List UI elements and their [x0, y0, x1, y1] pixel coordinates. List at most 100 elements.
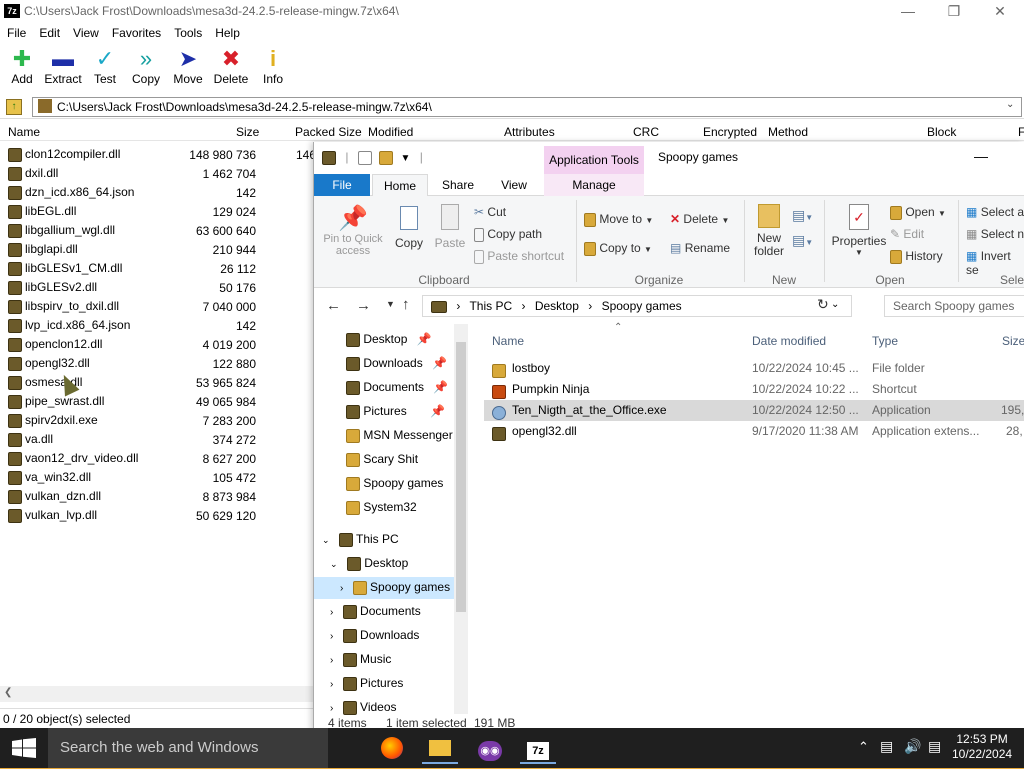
- close-button[interactable]: ✕: [984, 2, 1016, 22]
- column-date-modified[interactable]: Date modified: [752, 334, 826, 348]
- minimize-button[interactable]: —: [892, 2, 924, 22]
- column-attributes[interactable]: Attributes: [504, 125, 555, 139]
- column-block[interactable]: Block: [927, 125, 956, 139]
- menu-tools[interactable]: Tools: [167, 24, 208, 40]
- up-arrow-icon[interactable]: ↑: [402, 296, 410, 313]
- open-button[interactable]: Open ▼: [890, 205, 946, 220]
- breadcrumb-this-pc[interactable]: This PC: [469, 299, 512, 313]
- tab-manage[interactable]: Manage: [544, 174, 644, 196]
- network-icon[interactable]: ▤: [880, 738, 893, 755]
- search-input[interactable]: Search Spoopy games: [884, 295, 1024, 317]
- list-item[interactable]: libGLESv2.dll 50 176: [0, 279, 312, 298]
- list-item[interactable]: pipe_swrast.dll 49 065 984: [0, 393, 312, 412]
- list-item[interactable]: osmesa.dll 53 965 824: [0, 374, 312, 393]
- column-type[interactable]: Type: [872, 334, 898, 348]
- tree-item-system32[interactable]: System32: [346, 500, 417, 515]
- new-item-icon[interactable]: ▤▼ ▤▼: [792, 204, 813, 254]
- list-item[interactable]: libEGL.dll 129 024: [0, 203, 312, 222]
- forward-arrow-icon[interactable]: →: [356, 297, 371, 314]
- properties-button[interactable]: ✓ Properties ▼: [828, 204, 890, 257]
- chevron-down-icon[interactable]: ⌄: [1006, 99, 1014, 110]
- folder-up-icon[interactable]: ↑: [6, 99, 22, 115]
- tree-item-this-pc[interactable]: ⌄ This PC: [322, 532, 399, 547]
- menu-favorites[interactable]: Favorites: [105, 24, 167, 40]
- new-folder-button[interactable]: New folder: [750, 204, 788, 258]
- list-item[interactable]: vulkan_dzn.dll 8 873 984: [0, 488, 312, 507]
- pin-button[interactable]: 📌 Pin to Quick access: [320, 204, 386, 257]
- tree-item-scary-shit[interactable]: Scary Shit: [346, 452, 418, 467]
- move-to-button[interactable]: Move to ▼: [584, 212, 653, 227]
- test-button[interactable]: ✓ Test: [83, 46, 127, 86]
- maximize-button[interactable]: ❐: [938, 2, 970, 22]
- column-size[interactable]: Size: [236, 125, 259, 139]
- list-item[interactable]: libglapi.dll 210 944: [0, 241, 312, 260]
- menu-edit[interactable]: Edit: [32, 24, 66, 40]
- column-name[interactable]: Name: [492, 334, 524, 348]
- list-item[interactable]: lostboy 10/22/2024 10:45 ... File folder: [484, 358, 1024, 379]
- copy-path-button[interactable]: Copy path: [474, 227, 542, 242]
- edit-button[interactable]: ✎ Edit: [890, 227, 924, 241]
- copy-button[interactable]: » Copy: [124, 46, 168, 86]
- tree-item-downloads[interactable]: Downloads 📌: [346, 356, 447, 371]
- delete-button[interactable]: ✕ Delete ▼: [670, 212, 729, 226]
- list-item-selected[interactable]: Ten_Nigth_at_the_Office.exe 10/22/2024 1…: [484, 400, 1024, 421]
- rename-button[interactable]: ▤ Rename: [670, 241, 730, 255]
- tree-item-music[interactable]: › Music: [330, 652, 391, 667]
- tab-view[interactable]: View: [486, 174, 542, 196]
- select-all-button[interactable]: ▦ Select a: [966, 205, 1024, 219]
- list-item[interactable]: Pumpkin Ninja 10/22/2024 10:22 ... Short…: [484, 379, 1024, 400]
- column-packed-size[interactable]: Packed Size: [295, 125, 362, 139]
- scroll-left-icon[interactable]: ❮: [4, 687, 12, 698]
- cut-button[interactable]: ✂ Cut: [474, 205, 506, 219]
- notification-icon[interactable]: ▤: [928, 738, 941, 755]
- tree-item-desktop[interactable]: Desktop 📌: [346, 332, 432, 347]
- tree-item-documents-pc[interactable]: › Documents: [330, 604, 421, 619]
- history-button[interactable]: History: [890, 249, 943, 264]
- list-item[interactable]: lvp_icd.x86_64.json 142: [0, 317, 312, 336]
- menu-help[interactable]: Help: [208, 24, 246, 40]
- tab-share[interactable]: Share: [430, 174, 486, 196]
- list-item[interactable]: vaon12_drv_video.dll 8 627 200: [0, 450, 312, 469]
- taskbar-search[interactable]: Search the web and Windows: [48, 728, 328, 768]
- list-item[interactable]: opengl32.dll 122 880: [0, 355, 312, 374]
- list-item[interactable]: libgallium_wgl.dll 63 600 640: [0, 222, 312, 241]
- list-item[interactable]: vulkan_lvp.dll 50 629 120: [0, 507, 312, 526]
- list-item[interactable]: openclon12.dll 4 019 200: [0, 336, 312, 355]
- info-button[interactable]: i Info: [251, 46, 295, 86]
- column-size[interactable]: Size: [1002, 334, 1024, 348]
- column-encrypted[interactable]: Encrypted: [703, 125, 757, 139]
- list-item[interactable]: libGLESv1_CM.dll 26 112: [0, 260, 312, 279]
- address-input[interactable]: C:\Users\Jack Frost\Downloads\mesa3d-24.…: [32, 97, 1022, 117]
- tab-home[interactable]: Home: [372, 174, 428, 196]
- list-item[interactable]: dzn_icd.x86_64.json 142: [0, 184, 312, 203]
- menu-file[interactable]: File: [0, 24, 32, 40]
- list-item[interactable]: va_win32.dll 105 472: [0, 469, 312, 488]
- select-none-button[interactable]: ▦ Select n: [966, 227, 1024, 241]
- game-app-icon[interactable]: ◉◉: [472, 732, 508, 764]
- move-button[interactable]: ➤ Move: [166, 46, 210, 86]
- tree-item-pictures[interactable]: Pictures 📌: [346, 404, 445, 419]
- horizontal-scrollbar[interactable]: ❮: [0, 686, 313, 702]
- show-hidden-icons-chevron-icon[interactable]: ⌃: [858, 739, 869, 755]
- copy-button[interactable]: Copy: [392, 204, 426, 250]
- recent-chevron-icon[interactable]: ▼: [386, 299, 395, 309]
- column-method[interactable]: Method: [768, 125, 808, 139]
- scrollbar-thumb[interactable]: [456, 342, 466, 612]
- breadcrumb[interactable]: › This PC › Desktop › Spoopy games ⌄: [422, 295, 852, 317]
- windows-start-icon[interactable]: [12, 738, 36, 758]
- list-item[interactable]: spirv2dxil.exe 7 283 200: [0, 412, 312, 431]
- copy-to-button[interactable]: Copy to ▼: [584, 241, 652, 256]
- firefox-icon[interactable]: [374, 732, 410, 764]
- list-item[interactable]: dxil.dll 1 462 704: [0, 165, 312, 184]
- 7zip-icon[interactable]: 7z: [520, 732, 556, 764]
- system-clock[interactable]: 12:53 PM 10/22/2024: [952, 732, 1012, 762]
- column-crc[interactable]: CRC: [633, 125, 659, 139]
- menu-view[interactable]: View: [66, 24, 105, 40]
- extract-button[interactable]: ▬ Extract: [41, 46, 85, 86]
- tree-item-desktop-pc[interactable]: ⌄ Desktop: [330, 556, 408, 571]
- column-name[interactable]: Name: [8, 125, 40, 139]
- properties-check-icon[interactable]: [357, 150, 372, 165]
- tree-item-spoopy-games-selected[interactable]: › Spoopy games: [314, 577, 454, 599]
- chevron-down-icon[interactable]: ⌄: [831, 299, 839, 310]
- list-item[interactable]: clon12compiler.dll 148 980 736: [0, 146, 312, 165]
